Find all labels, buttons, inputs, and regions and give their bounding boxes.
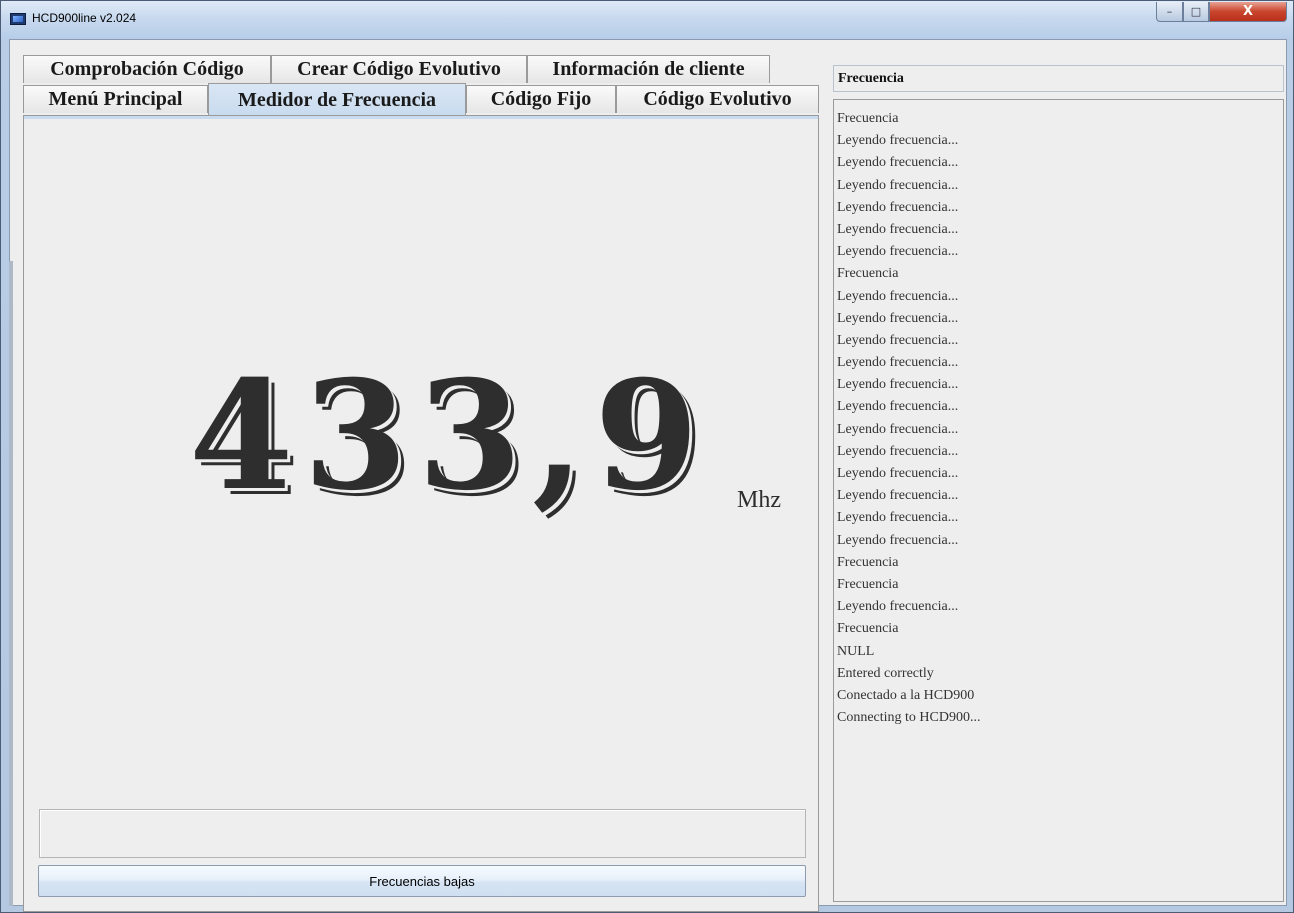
log-line: Leyendo frecuencia... [837, 332, 959, 348]
log-line: Leyendo frecuencia... [837, 488, 959, 504]
title-bar[interactable]: HCD900line v2.024 – □ X [1, 1, 1293, 39]
frecuencias-bajas-button[interactable]: Frecuencias bajas [38, 865, 806, 897]
log-line: Leyendo frecuencia... [837, 310, 959, 326]
tab-crear-codigo-evolutivo[interactable]: Crear Código Evolutivo [271, 55, 527, 83]
tab-menu-principal[interactable]: Menú Principal [23, 85, 208, 113]
tab-codigo-evolutivo[interactable]: Código Evolutivo [616, 85, 819, 113]
maximize-button[interactable]: □ [1183, 2, 1209, 22]
log-line: Leyendo frecuencia... [837, 532, 959, 548]
log-line: Leyendo frecuencia... [837, 355, 959, 371]
log-line: Leyendo frecuencia... [837, 421, 959, 437]
app-window: HCD900line v2.024 – □ X Comprobación Cód… [0, 0, 1294, 913]
window-title: HCD900line v2.024 [32, 11, 137, 25]
log-list[interactable]: Frecuencia Leyendo frecuencia... Leyendo… [833, 99, 1284, 902]
log-line: NULL [837, 643, 875, 659]
log-line: Leyendo frecuencia... [837, 177, 959, 193]
tab-comprobacion-codigo[interactable]: Comprobación Código [23, 55, 271, 83]
frequency-unit: Mhz [737, 487, 781, 513]
app-icon [10, 13, 26, 25]
log-line: Conectado a la HCD900 [837, 687, 975, 703]
log-line: Leyendo frecuencia... [837, 443, 959, 459]
left-edge-accent [9, 261, 13, 906]
log-line: Leyendo frecuencia... [837, 155, 959, 171]
status-field[interactable] [39, 809, 806, 858]
log-line: Leyendo frecuencia... [837, 244, 959, 260]
frequency-readout: 433,9 [189, 348, 709, 524]
tab-medidor-de-frecuencia[interactable]: Medidor de Frecuencia [208, 83, 466, 116]
log-line: Frecuencia [837, 621, 899, 637]
log-line: Leyendo frecuencia... [837, 199, 959, 215]
log-line: Leyendo frecuencia... [837, 399, 959, 415]
log-line: Frecuencia [837, 554, 899, 570]
log-line: Leyendo frecuencia... [837, 133, 959, 149]
log-line: Leyendo frecuencia... [837, 466, 959, 481]
minimize-button[interactable]: – [1156, 2, 1183, 22]
log-header: Frecuencia [833, 65, 1284, 92]
log-line: Frecuencia [837, 266, 899, 282]
log-line: Leyendo frecuencia... [837, 599, 959, 615]
log-line: Connecting to HCD900... [837, 710, 981, 726]
tab-codigo-fijo[interactable]: Código Fijo [466, 85, 616, 113]
log-line: Frecuencia [837, 111, 899, 126]
log-line: Frecuencia [837, 576, 899, 592]
close-button[interactable]: X [1209, 2, 1287, 22]
tab-informacion-de-cliente[interactable]: Información de cliente [527, 55, 770, 83]
log-line: Leyendo frecuencia... [837, 510, 959, 526]
log-line: Entered correctly [837, 665, 934, 681]
log-line: Leyendo frecuencia... [837, 377, 959, 393]
log-line: Leyendo frecuencia... [837, 221, 959, 237]
log-line: Leyendo frecuencia... [837, 288, 959, 304]
